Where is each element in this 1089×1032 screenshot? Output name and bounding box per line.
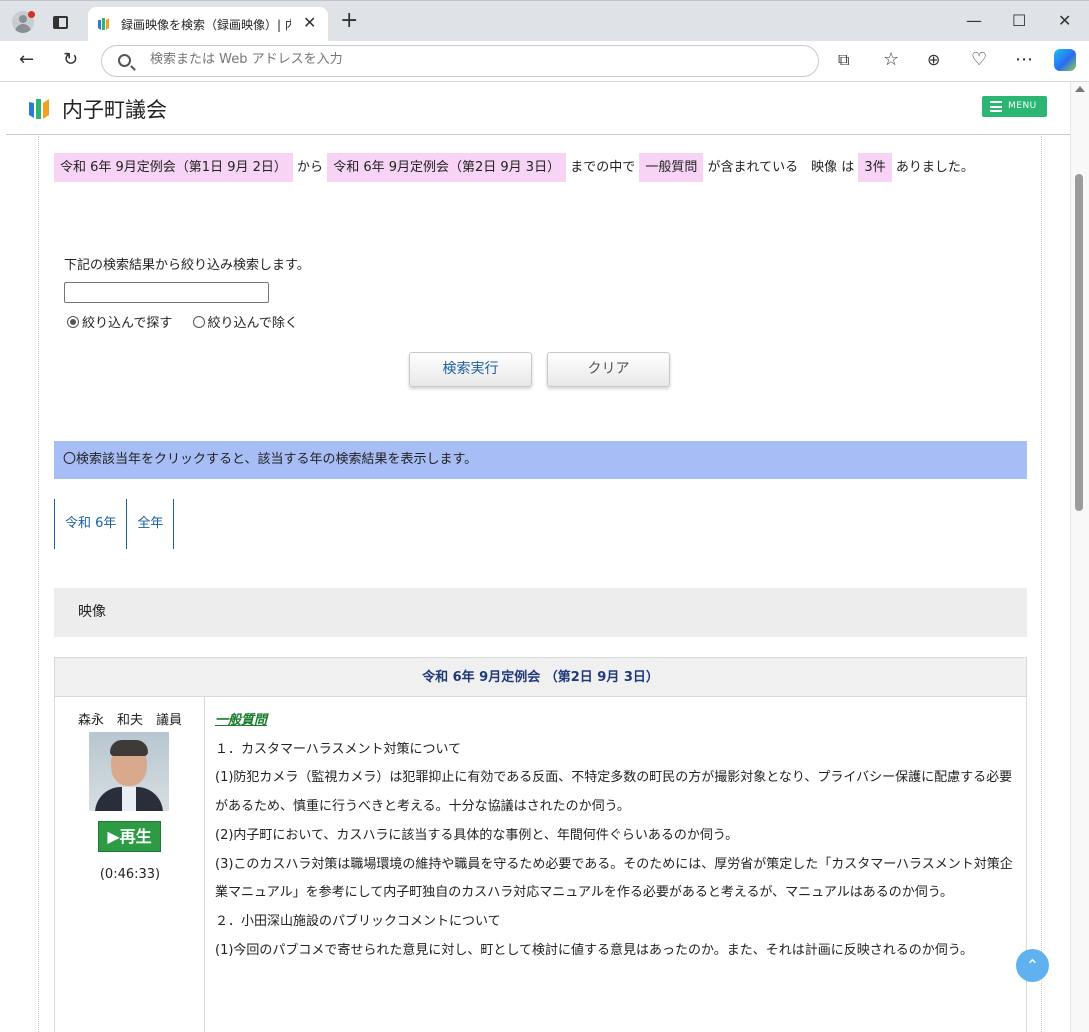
speaker-photo [89, 732, 169, 811]
year-link-all[interactable]: 全年 [126, 499, 175, 549]
tab-title: 録画映像を検索（録画映像）| 内子町議会 [121, 18, 291, 32]
year-filter-list: 令和 6年 全年 [54, 499, 175, 549]
summary-tail: ありました。 [895, 160, 974, 175]
play-button[interactable]: ▶再生 [98, 821, 161, 852]
summary-from: 令和 6年 9月定例会（第1日 9月 2日） [54, 153, 293, 182]
topic-link[interactable]: 一般質問 [215, 713, 267, 728]
collections-icon[interactable]: ⊕ [927, 50, 940, 70]
radio-exclude-label: 絞り込んで除く [207, 316, 298, 331]
refine-mode-group: 絞り込んで探す 絞り込んで除く [67, 312, 314, 331]
summary-made: までの中で [570, 160, 636, 175]
browser-essentials-icon[interactable]: ♡ [971, 50, 987, 70]
speaker-column: 森永 和夫 議員 ▶再生 (0:46:33) [55, 697, 205, 1032]
refine-label: 下記の検索結果から絞り込み検索します。 [64, 258, 310, 273]
play-label: 再生 [119, 827, 152, 846]
back-to-top-icon[interactable]: ⌃ [1016, 949, 1049, 982]
maximize-icon[interactable]: ☐ [1012, 11, 1026, 30]
result-item: 令和 6年 9月定例会 （第2日 9月 3日） 森永 和夫 議員 ▶再生 (0:… [54, 657, 1027, 1032]
summary-keyword: 一般質問 [639, 153, 704, 182]
summary-contains: が含まれている 映像 は [707, 160, 855, 175]
year-info-bar: 〇検索該当年をクリックすると、該当する年の検索結果を表示します。 [54, 441, 1027, 479]
minimize-icon[interactable]: — [966, 11, 982, 30]
browser-tab-bar: 録画映像を検索（録画映像）| 内子町議会 ✕ + — ☐ ✕ [0, 0, 1089, 42]
split-screen-icon[interactable]: ⧉ [838, 50, 849, 70]
new-tab-icon[interactable]: + [340, 10, 358, 32]
site-favicon-icon [98, 18, 109, 30]
page-scrollbar[interactable] [1070, 82, 1089, 1032]
search-execute-button[interactable]: 検索実行 [409, 352, 532, 387]
speaker-name: 森永 和夫 議員 [77, 713, 182, 728]
close-window-icon[interactable]: ✕ [1058, 11, 1071, 30]
result-session-title: 令和 6年 9月定例会 （第2日 9月 3日） [55, 658, 1026, 697]
address-input[interactable] [150, 52, 750, 67]
question-line: (2)内子町において、カスハラに該当する具体的な事例と、年間何件ぐらいあるのか伺… [215, 827, 739, 843]
hamburger-icon [990, 101, 1002, 112]
video-section-heading: 映像 [54, 588, 1027, 637]
question-content: 一般質問 １．カスタマーハラスメント対策について (1)防犯カメラ（監視カメラ）… [215, 707, 1015, 965]
summary-count: 3件 [858, 153, 892, 182]
refresh-icon[interactable]: ↻ [63, 50, 78, 70]
question-line: ２．小田深山施設のパブリックコメントについて [215, 913, 501, 929]
tab-actions-icon[interactable] [53, 16, 68, 29]
question-line: １．カスタマーハラスメント対策について [215, 741, 462, 757]
radio-exclude[interactable]: 絞り込んで除く [192, 312, 298, 331]
year-link-r6[interactable]: 令和 6年 [54, 499, 126, 549]
search-summary: 令和 6年 9月定例会（第1日 9月 2日） から 令和 6年 9月定例会（第2… [54, 152, 1029, 183]
menu-label: MENU [1008, 101, 1037, 111]
question-line: (1)防犯カメラ（監視カメラ）は犯罪抑止に有効である反面、不特定多数の町民の方が… [215, 770, 1013, 815]
back-icon[interactable]: ← [19, 50, 34, 70]
refine-search-input[interactable] [64, 282, 269, 303]
summary-to: 令和 6年 9月定例会（第2日 9月 3日） [327, 153, 567, 182]
favorites-icon[interactable]: ☆ [883, 50, 899, 70]
radio-include-label: 絞り込んで探す [82, 316, 173, 331]
search-icon [118, 54, 131, 67]
play-icon: ▶ [107, 827, 120, 846]
clear-button[interactable]: クリア [547, 352, 670, 387]
scrollbar-thumb[interactable] [1075, 174, 1083, 511]
radio-exclude-mark[interactable] [192, 316, 205, 328]
scroll-up-icon[interactable] [1075, 86, 1085, 92]
radio-include-mark[interactable] [67, 316, 79, 328]
menu-button[interactable]: MENU [982, 96, 1047, 117]
browser-nav-bar: ← ↻ ⧉ ☆ ⊕ ♡ ⋯ [0, 41, 1089, 82]
question-line: (1)今回のパブコメで寄せられた意見に対し、町として検討に値する意見はあったのか… [215, 942, 973, 958]
question-line: (3)このカスハラ対策は職場環境の維持や職員を守るため必要である。そのためには、… [215, 856, 1013, 901]
main-content: 令和 6年 9月定例会（第1日 9月 2日） から 令和 6年 9月定例会（第2… [38, 136, 1042, 1032]
close-tab-icon[interactable]: ✕ [303, 13, 316, 32]
site-logo-icon[interactable] [28, 96, 50, 120]
copilot-icon[interactable] [1054, 49, 1076, 71]
site-title[interactable]: 内子町議会 [62, 94, 167, 124]
more-options-icon[interactable]: ⋯ [1015, 50, 1033, 70]
web-page: 内子町議会 MENU 令和 6年 9月定例会（第1日 9月 2日） から 令和 … [0, 82, 1089, 1032]
summary-kara: から [297, 160, 324, 175]
notification-dot [28, 11, 35, 18]
site-header: 内子町議会 MENU [6, 82, 1070, 135]
browser-tab-active[interactable]: 録画映像を検索（録画映像）| 内子町議会 ✕ [88, 7, 328, 42]
address-bar[interactable] [101, 45, 819, 77]
radio-include[interactable]: 絞り込んで探す [67, 312, 172, 331]
video-duration: (0:46:33) [99, 867, 161, 882]
